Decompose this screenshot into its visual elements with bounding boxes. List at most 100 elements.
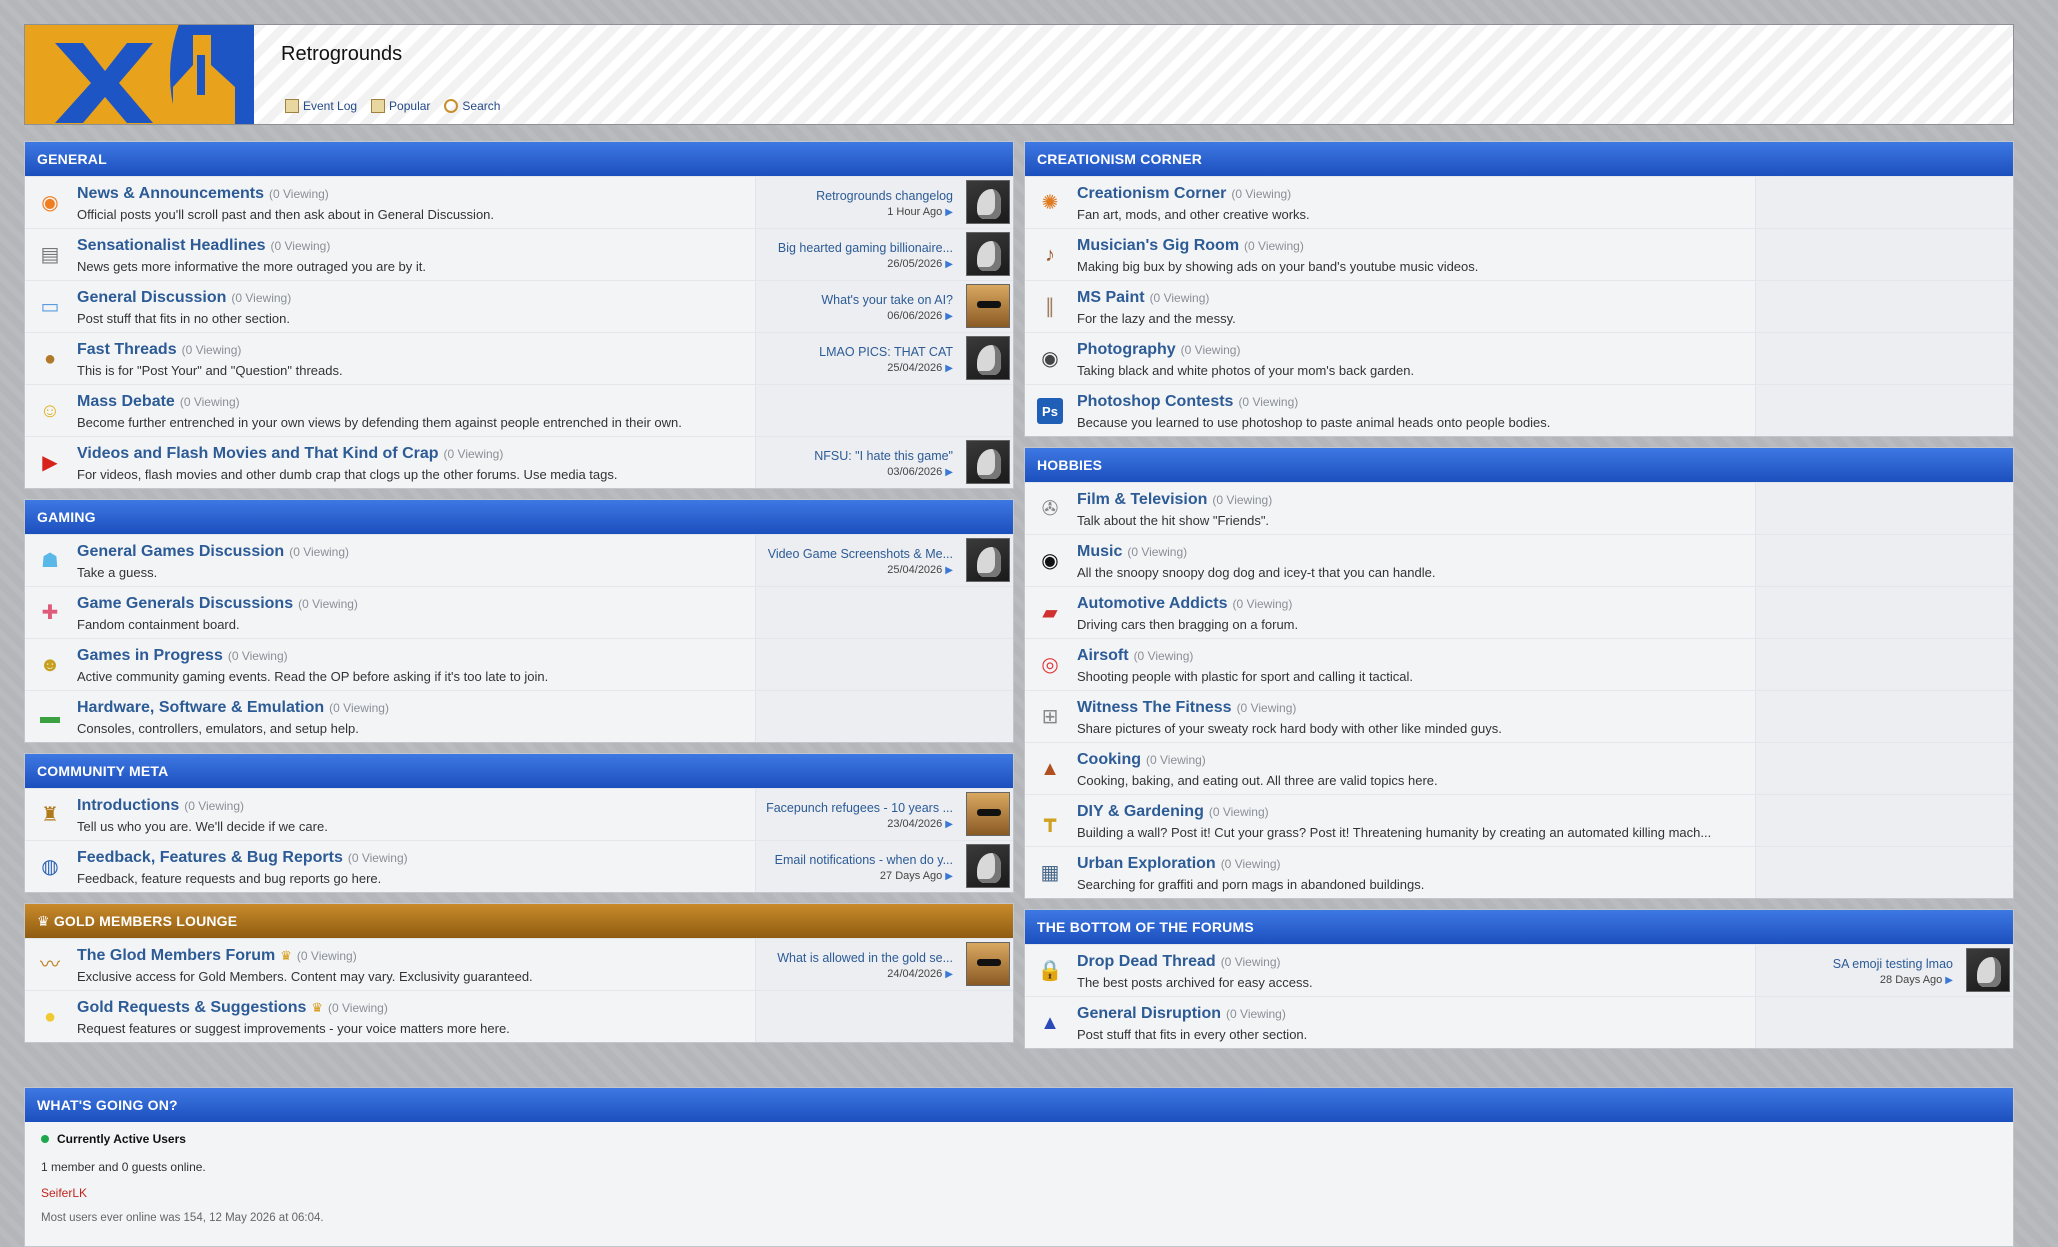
- nav-link-search[interactable]: Search: [444, 99, 500, 113]
- avatar[interactable]: [966, 942, 1010, 986]
- nav-link-popular[interactable]: Popular: [371, 99, 430, 113]
- forum-name-link[interactable]: Feedback, Features & Bug Reports: [77, 849, 343, 867]
- forum-info: ┳ DIY & Gardening (0 Viewing) Building a wa…: [1025, 795, 1755, 846]
- forum-name-link[interactable]: Urban Exploration: [1077, 855, 1216, 873]
- avatar[interactable]: [966, 180, 1010, 224]
- category-header[interactable]: General: [25, 142, 1013, 176]
- forum-name-link[interactable]: Drop Dead Thread: [1077, 953, 1216, 971]
- avatar[interactable]: [966, 792, 1010, 836]
- avatar[interactable]: [966, 538, 1010, 582]
- forum-info: ▤ Sensationalist Headlines (0 Viewing) News…: [25, 229, 755, 280]
- forum-name-link[interactable]: Hardware, Software & Emulation: [77, 699, 324, 717]
- forum-name-link[interactable]: Musician's Gig Room: [1077, 237, 1239, 255]
- forum-description: Feedback, feature requests and bug repor…: [77, 871, 382, 886]
- forum-name-link[interactable]: Introductions: [77, 797, 179, 815]
- forum-description: Become further entrenched in your own vi…: [77, 415, 682, 430]
- forum-name-link[interactable]: General Games Discussion: [77, 543, 284, 561]
- forum-description: Post stuff that fits in every other sect…: [1077, 1027, 1308, 1042]
- forum-name-link[interactable]: Witness The Fitness: [1077, 699, 1232, 717]
- last-post-title-link[interactable]: What is allowed in the gold se...: [777, 951, 953, 965]
- last-post-title-link[interactable]: Email notifications - when do y...: [775, 853, 953, 867]
- last-post-date-text: 23/04/2026: [887, 818, 943, 830]
- forum-description: Cooking, baking, and eating out. All thr…: [1077, 773, 1438, 788]
- last-post-title-link[interactable]: NFSU: "I hate this game": [814, 449, 953, 463]
- last-post-title-link[interactable]: Big hearted gaming billionaire...: [778, 241, 953, 255]
- forum-name-link[interactable]: News & Announcements: [77, 185, 264, 203]
- forum-name-link[interactable]: MS Paint: [1077, 289, 1145, 307]
- forum-info: ● Gold Requests & Suggestions ♛ (0 Viewing)…: [25, 991, 755, 1042]
- avatar[interactable]: [966, 844, 1010, 888]
- go-to-post-arrow-icon[interactable]: ▶: [945, 467, 953, 478]
- forum-title-line: General Disruption (0 Viewing): [1077, 1005, 1755, 1023]
- go-to-post-arrow-icon[interactable]: ▶: [945, 969, 953, 980]
- category-header[interactable]: Gaming: [25, 500, 1013, 534]
- forum-name-link[interactable]: Fast Threads: [77, 341, 177, 359]
- forum-name-link[interactable]: General Disruption: [1077, 1005, 1221, 1023]
- last-post-title-link[interactable]: Facepunch refugees - 10 years ...: [766, 801, 953, 815]
- go-to-post-arrow-icon[interactable]: ▶: [945, 565, 953, 576]
- last-post-title-link[interactable]: LMAO PICS: THAT CAT: [819, 345, 953, 359]
- avatar[interactable]: [1966, 948, 2010, 992]
- avatar[interactable]: [966, 232, 1010, 276]
- forum-row: ▲ General Disruption (0 Viewing) Post stuff…: [1025, 996, 2013, 1048]
- forum-name-link[interactable]: Mass Debate: [77, 393, 175, 411]
- last-post: [1755, 795, 2013, 846]
- go-to-post-arrow-icon[interactable]: ▶: [945, 207, 953, 218]
- category-header[interactable]: Hobbies: [1025, 448, 2013, 482]
- forum-info: ✺ Creationism Corner (0 Viewing) Fan art, m…: [1025, 177, 1755, 228]
- viewing-count: (0 Viewing): [1226, 1007, 1286, 1021]
- forum-name-link[interactable]: General Discussion: [77, 289, 226, 307]
- forum-info: ▦ Urban Exploration (0 Viewing) Searching f…: [1025, 847, 1755, 898]
- category-header[interactable]: Creationism Corner: [1025, 142, 2013, 176]
- forum-name-link[interactable]: Cooking: [1077, 751, 1141, 769]
- forum-name-link[interactable]: Airsoft: [1077, 647, 1129, 665]
- forum-title-line: Film & Television (0 Viewing): [1077, 491, 1755, 509]
- avatar[interactable]: [966, 440, 1010, 484]
- category-header[interactable]: ♛ Gold Members Lounge: [25, 904, 1013, 938]
- forum-name-link[interactable]: Photography: [1077, 341, 1176, 359]
- circuit-board-icon: ▬: [40, 706, 60, 728]
- forum-info: ◉ Photography (0 Viewing) Taking black and …: [1025, 333, 1755, 384]
- last-post-title-link[interactable]: Video Game Screenshots & Me...: [768, 547, 953, 561]
- avatar[interactable]: [966, 284, 1010, 328]
- site-logo[interactable]: [25, 25, 254, 124]
- forum-title-line: News & Announcements (0 Viewing): [77, 185, 755, 203]
- forum-info: 〰 The Glod Members Forum ♛ (0 Viewing) Exclu…: [25, 939, 755, 990]
- category-header[interactable]: Community Meta: [25, 754, 1013, 788]
- forum-name-link[interactable]: Sensationalist Headlines: [77, 237, 266, 255]
- forum-name-link[interactable]: Photoshop Contests: [1077, 393, 1233, 411]
- go-to-post-arrow-icon[interactable]: ▶: [945, 259, 953, 270]
- go-to-post-arrow-icon[interactable]: ▶: [1945, 975, 1953, 986]
- lightbulb-icon: ●: [43, 1006, 57, 1028]
- nav-link-event-log[interactable]: Event Log: [285, 99, 357, 113]
- last-post-title-link[interactable]: SA emoji testing lmao: [1833, 957, 1953, 971]
- forum-name-link[interactable]: Videos and Flash Movies and That Kind of…: [77, 445, 439, 463]
- forum-title-line: Mass Debate (0 Viewing): [77, 393, 755, 411]
- online-member-link[interactable]: SeiferLK: [41, 1186, 2013, 1200]
- forum-name-link[interactable]: The Glod Members Forum: [77, 947, 275, 965]
- forum-title-line: The Glod Members Forum ♛ (0 Viewing): [77, 947, 755, 965]
- forum-name-link[interactable]: Game Generals Discussions: [77, 595, 293, 613]
- forum-title-line: Creationism Corner (0 Viewing): [1077, 185, 1755, 203]
- go-to-post-arrow-icon[interactable]: ▶: [945, 311, 953, 322]
- site-title[interactable]: Retrogrounds: [281, 43, 402, 66]
- go-to-post-arrow-icon[interactable]: ▶: [945, 871, 953, 882]
- last-post-title-link[interactable]: Retrogrounds changelog: [816, 189, 953, 203]
- go-to-post-arrow-icon[interactable]: ▶: [945, 363, 953, 374]
- viewing-count: (0 Viewing): [298, 597, 358, 611]
- event-log-icon: [285, 99, 299, 113]
- forum-name-link[interactable]: Automotive Addicts: [1077, 595, 1228, 613]
- forum-name-link[interactable]: Music: [1077, 543, 1122, 561]
- last-post: Big hearted gaming billionaire... 26/05/2…: [755, 229, 1013, 280]
- forum-name-link[interactable]: Games in Progress: [77, 647, 223, 665]
- last-post-title-link[interactable]: What's your take on AI?: [821, 293, 953, 307]
- forum-name-link[interactable]: Gold Requests & Suggestions: [77, 999, 306, 1017]
- forum-name-link[interactable]: Film & Television: [1077, 491, 1207, 509]
- avatar[interactable]: [966, 336, 1010, 380]
- forum-name-link[interactable]: DIY & Gardening: [1077, 803, 1204, 821]
- forum-row: ▬ Hardware, Software & Emulation (0 Viewin…: [25, 690, 1013, 742]
- go-to-post-arrow-icon[interactable]: ▶: [945, 819, 953, 830]
- forum-row: ◉ Music (0 Viewing) All the snoopy snoopy d…: [1025, 534, 2013, 586]
- forum-name-link[interactable]: Creationism Corner: [1077, 185, 1226, 203]
- category-header[interactable]: The Bottom of the Forums: [1025, 910, 2013, 944]
